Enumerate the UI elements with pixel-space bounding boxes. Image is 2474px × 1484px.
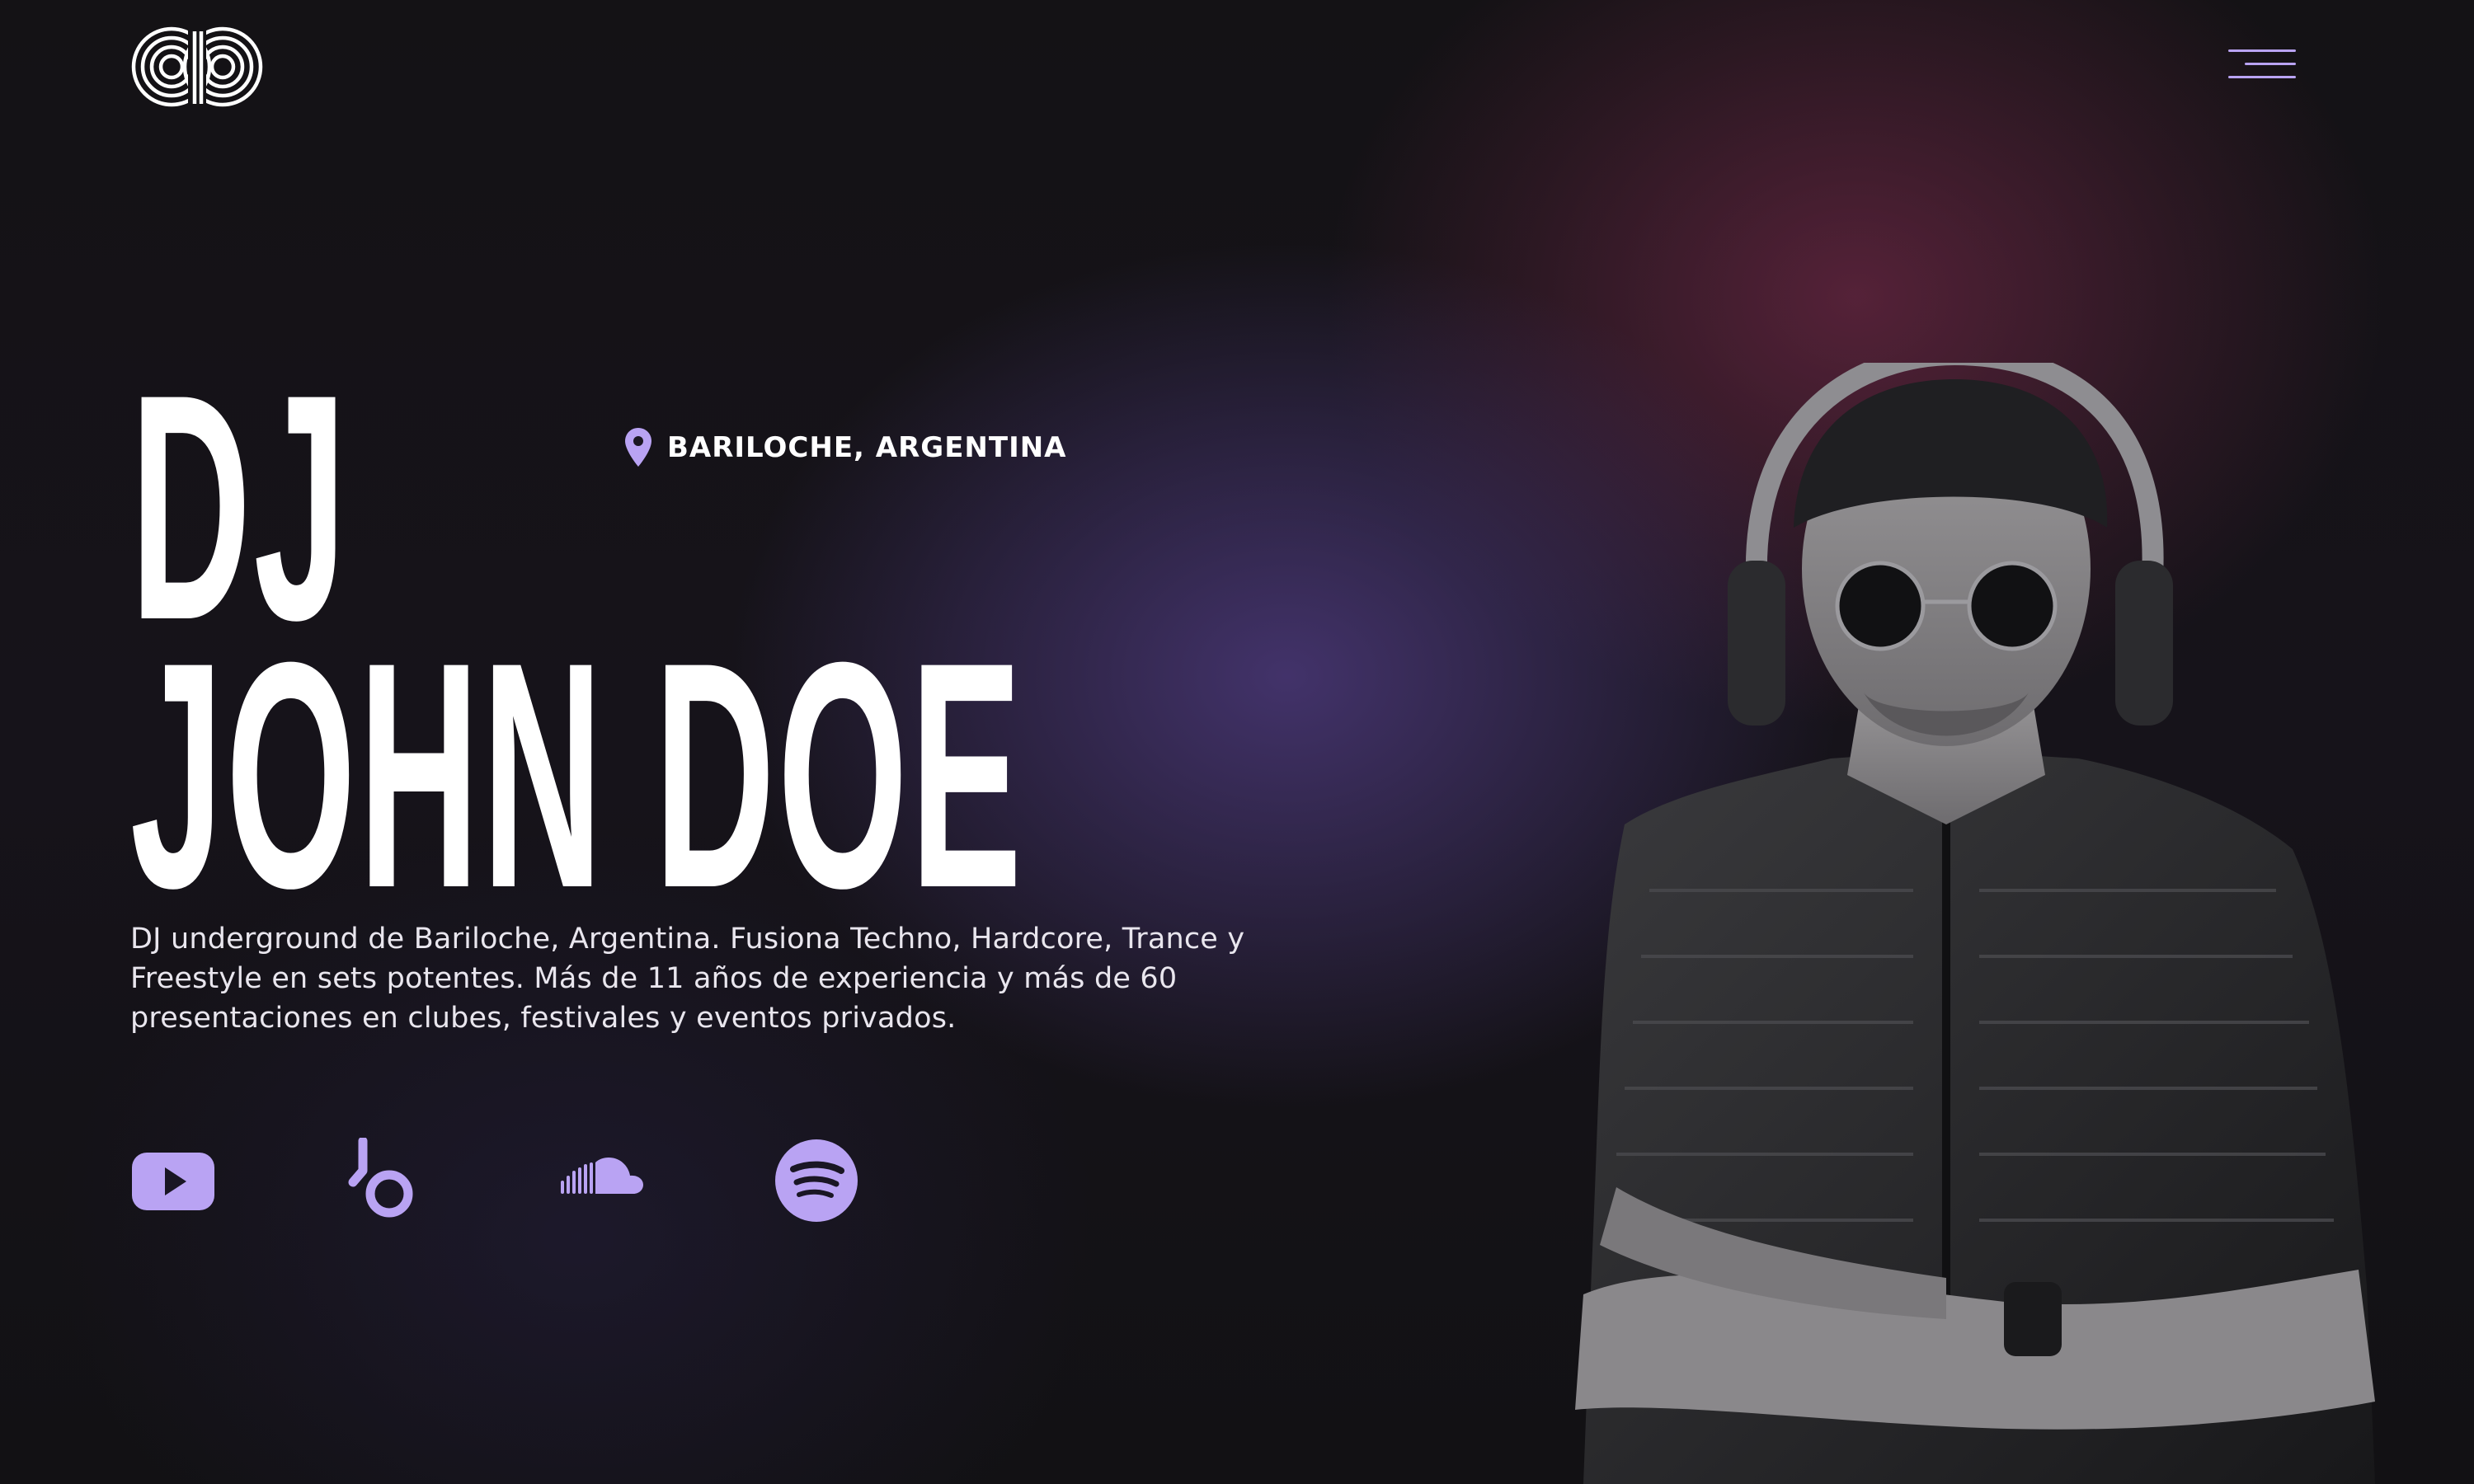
soundcloud-icon[interactable] xyxy=(559,1138,645,1223)
spotify-icon[interactable] xyxy=(774,1138,859,1223)
hamburger-menu-icon xyxy=(2245,63,2296,65)
dj-portrait-image xyxy=(1575,363,2375,1484)
hamburger-menu-icon xyxy=(2228,76,2296,78)
location-text: BARILOCHE, ARGENTINA xyxy=(667,431,1067,464)
hero-description: DJ underground de Bariloche, Argentina. … xyxy=(130,923,1245,1035)
location-badge: BARILOCHE, ARGENTINA xyxy=(624,425,1067,470)
pd-monogram-logo-icon[interactable] xyxy=(130,25,264,109)
beatport-icon[interactable] xyxy=(345,1138,430,1223)
youtube-icon[interactable] xyxy=(130,1138,216,1223)
menu-button[interactable] xyxy=(2227,46,2296,82)
hero-title-line-2: JOHN DOE xyxy=(130,595,1025,955)
hamburger-menu-icon xyxy=(2228,49,2296,52)
map-pin-icon xyxy=(625,428,651,467)
